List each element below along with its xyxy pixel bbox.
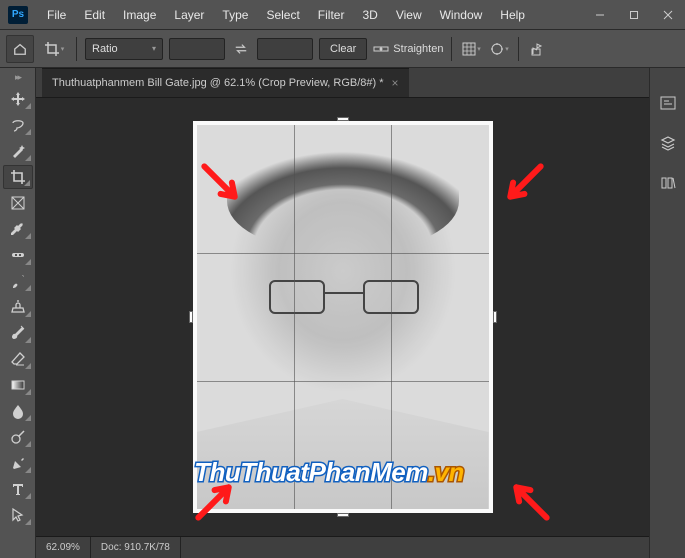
dodge-tool[interactable] bbox=[3, 425, 33, 449]
blur-tool[interactable] bbox=[3, 399, 33, 423]
frame-tool[interactable] bbox=[3, 191, 33, 215]
menu-3d[interactable]: 3D bbox=[353, 2, 386, 28]
menu-view[interactable]: View bbox=[387, 2, 431, 28]
canvas-area[interactable]: ThuThuatPhanMem.vn bbox=[36, 98, 649, 536]
menu-select[interactable]: Select bbox=[257, 2, 308, 28]
window-minimize-button[interactable] bbox=[583, 0, 617, 30]
move-tool[interactable] bbox=[3, 87, 33, 111]
lasso-tool[interactable] bbox=[3, 113, 33, 137]
eraser-tool[interactable] bbox=[3, 347, 33, 371]
home-button[interactable] bbox=[6, 35, 34, 63]
window-restore-button[interactable] bbox=[617, 0, 651, 30]
type-tool[interactable] bbox=[3, 477, 33, 501]
crop-settings-button[interactable] bbox=[488, 38, 510, 60]
crop-width-input[interactable] bbox=[169, 38, 225, 60]
crop-handle-left[interactable] bbox=[189, 311, 193, 323]
zoom-level[interactable]: 62.09% bbox=[36, 537, 91, 558]
eyedropper-tool[interactable] bbox=[3, 217, 33, 241]
menu-image[interactable]: Image bbox=[114, 2, 165, 28]
tools-panel: ▸▸ bbox=[0, 68, 36, 558]
crop-height-input[interactable] bbox=[257, 38, 313, 60]
document-tab-title: Thuthuatphanmem Bill Gate.jpg @ 62.1% (C… bbox=[52, 77, 384, 89]
crop-handle-bottom[interactable] bbox=[337, 513, 349, 517]
expand-tools-icon[interactable]: ▸▸ bbox=[15, 72, 20, 86]
panel-dock bbox=[649, 68, 685, 558]
path-selection-tool[interactable] bbox=[3, 503, 33, 527]
menu-edit[interactable]: Edit bbox=[75, 2, 114, 28]
gradient-tool[interactable] bbox=[3, 373, 33, 397]
close-tab-icon[interactable]: × bbox=[392, 76, 399, 90]
menu-type[interactable]: Type bbox=[213, 2, 257, 28]
crop-handle-right[interactable] bbox=[493, 311, 497, 323]
properties-panel-icon[interactable] bbox=[657, 92, 679, 114]
menu-filter[interactable]: Filter bbox=[309, 2, 354, 28]
document-tab[interactable]: Thuthuatphanmem Bill Gate.jpg @ 62.1% (C… bbox=[42, 68, 409, 97]
history-brush-tool[interactable] bbox=[3, 321, 33, 345]
crop-ratio-dropdown[interactable]: Ratio bbox=[85, 38, 163, 60]
menu-layer[interactable]: Layer bbox=[165, 2, 213, 28]
level-icon bbox=[373, 43, 389, 55]
menu-window[interactable]: Window bbox=[431, 2, 492, 28]
pen-tool[interactable] bbox=[3, 451, 33, 475]
menu-help[interactable]: Help bbox=[491, 2, 534, 28]
share-button[interactable] bbox=[527, 38, 549, 60]
swap-dimensions-button[interactable] bbox=[231, 39, 251, 59]
magic-wand-tool[interactable] bbox=[3, 139, 33, 163]
crop-handle-top[interactable] bbox=[337, 117, 349, 121]
crop-tool-preset-icon[interactable] bbox=[40, 35, 68, 63]
clear-button[interactable]: Clear bbox=[319, 38, 367, 60]
clone-stamp-tool[interactable] bbox=[3, 295, 33, 319]
document-info[interactable]: Doc: 910.7K/78 bbox=[91, 537, 181, 558]
menu-file[interactable]: File bbox=[38, 2, 75, 28]
window-close-button[interactable] bbox=[651, 0, 685, 30]
healing-brush-tool[interactable] bbox=[3, 243, 33, 267]
crop-tool[interactable] bbox=[3, 165, 33, 189]
straighten-button[interactable]: Straighten bbox=[373, 43, 443, 55]
layers-panel-icon[interactable] bbox=[657, 132, 679, 154]
libraries-panel-icon[interactable] bbox=[657, 172, 679, 194]
overlay-options-button[interactable] bbox=[460, 38, 482, 60]
app-logo: Ps bbox=[8, 6, 28, 24]
brush-tool[interactable] bbox=[3, 269, 33, 293]
status-bar: 62.09% Doc: 910.7K/78 bbox=[36, 536, 649, 558]
